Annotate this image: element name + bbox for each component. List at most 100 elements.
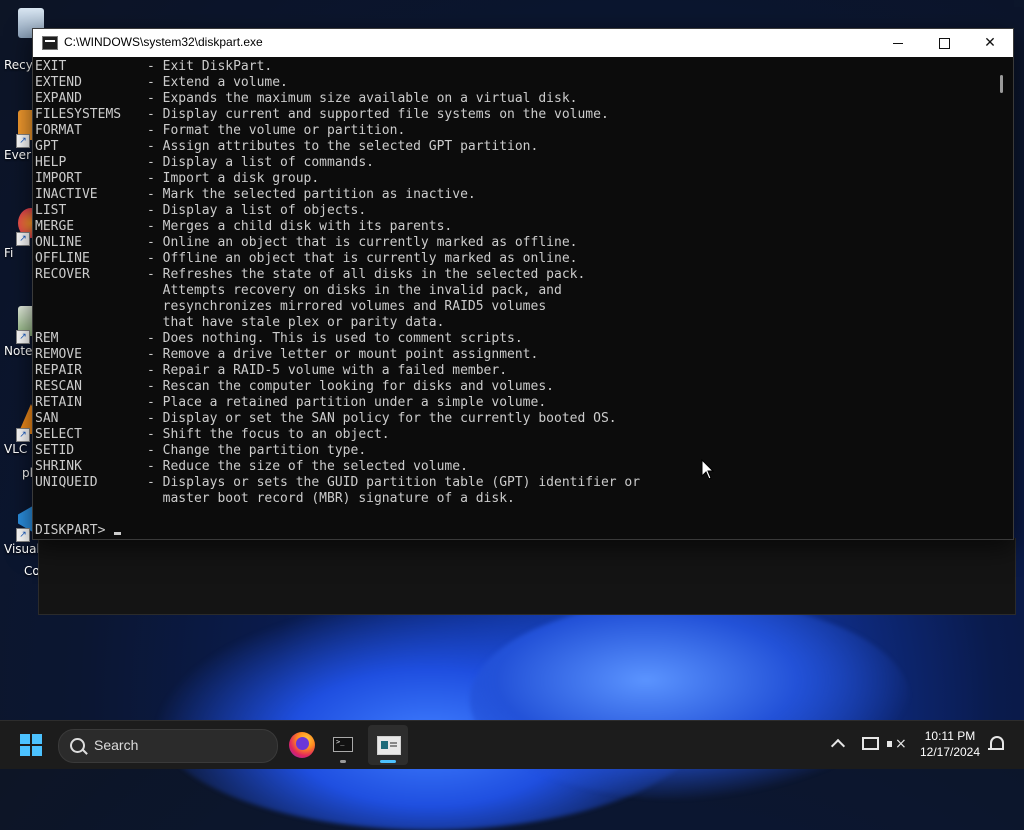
diskpart-icon [377, 736, 401, 755]
command-name: OFFLINE [35, 251, 90, 266]
command-description: - Expands the maximum size available on … [147, 91, 578, 106]
command-description: - Extend a volume. [147, 75, 288, 90]
console-line: SAN - Display or set the SAN policy for t… [35, 411, 990, 427]
console-line: HELP - Display a list of commands. [35, 155, 990, 171]
notifications-bell-icon[interactable] [988, 734, 1004, 752]
shortcut-arrow-icon: ↗ [16, 134, 30, 148]
console-line: EXIT - Exit DiskPart. [35, 59, 990, 75]
console-line: RETAIN - Place a retained partition under… [35, 395, 990, 411]
console-lines: EXIT - Exit DiskPart. EXTEND - Extend a vol… [35, 59, 990, 523]
command-description: - Assign attributes to the selected GPT … [147, 139, 539, 154]
console-line: resynchronizes mirrored volumes and RAID… [35, 299, 990, 315]
command-name: RETAIN [35, 395, 82, 410]
background-window-area [38, 538, 1016, 615]
taskbar-clock[interactable]: 10:11 PM 12/17/2024 [912, 728, 988, 760]
console-app-icon [42, 36, 58, 50]
command-description: - Display current and supported file sys… [147, 107, 609, 122]
taskbar-diskpart-button[interactable] [368, 725, 408, 765]
command-name: REPAIR [35, 363, 82, 378]
wallpaper-bloom [470, 600, 910, 800]
command-name: REM [35, 331, 59, 346]
command-description: - Does nothing. This is used to comment … [147, 331, 523, 346]
console-line: SHRINK - Reduce the size of the selected … [35, 459, 990, 475]
command-description: - Displays or sets the GUID partition ta… [147, 475, 641, 490]
vertical-scrollbar[interactable] [995, 59, 1011, 537]
command-name: EXIT [35, 59, 67, 74]
window-title: C:\WINDOWS\system32\diskpart.exe [64, 35, 263, 49]
clock-date: 12/17/2024 [919, 745, 981, 759]
search-placeholder: Search [94, 737, 139, 753]
command-description: - Reduce the size of the selected volume… [147, 459, 468, 474]
clock-time: 10:11 PM [924, 729, 976, 743]
windows-logo-icon [20, 734, 30, 744]
console-prompt-line[interactable]: DISKPART> [35, 523, 990, 537]
command-name: EXPAND [35, 91, 82, 106]
terminal-icon: >_ [333, 737, 353, 752]
windows-logo-pane [32, 746, 42, 756]
shortcut-arrow-icon: ↗ [16, 330, 30, 344]
console-line: IMPORT - Import a disk group. [35, 171, 990, 187]
firefox-icon-core [296, 737, 309, 750]
console-line: EXTEND - Extend a volume. [35, 75, 990, 91]
command-description: - Offline an object that is currently ma… [147, 251, 578, 266]
command-name: INACTIVE [35, 187, 98, 202]
console-line: REMOVE - Remove a drive letter or mount p… [35, 347, 990, 363]
start-button[interactable] [20, 734, 42, 756]
text-cursor [114, 532, 122, 535]
console-line: that have stale plex or parity data. [35, 315, 990, 331]
console-line: SETID - Change the partition type. [35, 443, 990, 459]
command-description: resynchronizes mirrored volumes and RAID… [147, 299, 547, 314]
command-description: - Display a list of commands. [147, 155, 374, 170]
command-name: RECOVER [35, 267, 90, 282]
taskbar-firefox-button[interactable] [283, 725, 323, 765]
search-icon [70, 738, 85, 753]
minimize-button[interactable] [875, 29, 921, 57]
network-icon[interactable] [860, 735, 879, 751]
maximize-button[interactable] [921, 29, 967, 57]
command-name: MERGE [35, 219, 75, 234]
command-name: SELECT [35, 427, 82, 442]
window-titlebar[interactable]: C:\WINDOWS\system32\diskpart.exe ✕ [33, 29, 1013, 57]
console-line: SELECT - Shift the focus to an object. [35, 427, 990, 443]
command-description: - Merges a child disk with its parents. [147, 219, 453, 234]
taskbar-search-box[interactable]: Search [58, 729, 278, 763]
console-line: Attempts recovery on disks in the invali… [35, 283, 990, 299]
command-name: FILESYSTEMS [35, 107, 122, 122]
console-line: master boot record (MBR) signature of a … [35, 491, 990, 507]
windows-logo-pane [20, 746, 30, 756]
command-description: - Import a disk group. [147, 171, 320, 186]
running-indicator [340, 760, 346, 763]
show-hidden-icons-chevron-icon[interactable] [829, 735, 847, 753]
console-line: RECOVER - Refreshes the state of all disk… [35, 267, 990, 283]
volume-muted-icon[interactable] [886, 735, 907, 753]
console-line: FORMAT - Format the volume or partition. [35, 123, 990, 139]
shortcut-arrow-icon: ↗ [16, 428, 30, 442]
command-name: LIST [35, 203, 67, 218]
diskpart-window[interactable]: C:\WINDOWS\system32\diskpart.exe ✕ EXIT -… [32, 28, 1014, 540]
console-line: RESCAN - Rescan the computer looking for … [35, 379, 990, 395]
command-description: - Display or set the SAN policy for the … [147, 411, 617, 426]
console-line: EXPAND - Expands the maximum size availab… [35, 91, 990, 107]
command-description: - Exit DiskPart. [147, 59, 273, 74]
close-button[interactable]: ✕ [967, 29, 1013, 57]
command-name: ONLINE [35, 235, 82, 250]
command-description: - Shift the focus to an object. [147, 427, 390, 442]
scrollbar-thumb[interactable] [1000, 75, 1003, 93]
console-output[interactable]: EXIT - Exit DiskPart. EXTEND - Extend a vol… [35, 59, 990, 537]
command-description: - Mark the selected partition as inactiv… [147, 187, 476, 202]
command-description: - Change the partition type. [147, 443, 367, 458]
taskbar-terminal-button[interactable]: >_ [323, 725, 363, 765]
command-description: that have stale plex or parity data. [147, 315, 445, 330]
command-description: - Refreshes the state of all disks in th… [147, 267, 586, 282]
command-name: UNIQUEID [35, 475, 98, 490]
console-line: MERGE - Merges a child disk with its pare… [35, 219, 990, 235]
command-name: SHRINK [35, 459, 82, 474]
console-prompt: DISKPART> [35, 523, 106, 537]
mouse-pointer-icon [701, 459, 715, 480]
command-description: Attempts recovery on disks in the invali… [147, 283, 562, 298]
command-description: - Place a retained partition under a sim… [147, 395, 547, 410]
command-name: RESCAN [35, 379, 82, 394]
console-line: REM - Does nothing. This is used to comme… [35, 331, 990, 347]
command-description: - Display a list of objects. [147, 203, 367, 218]
